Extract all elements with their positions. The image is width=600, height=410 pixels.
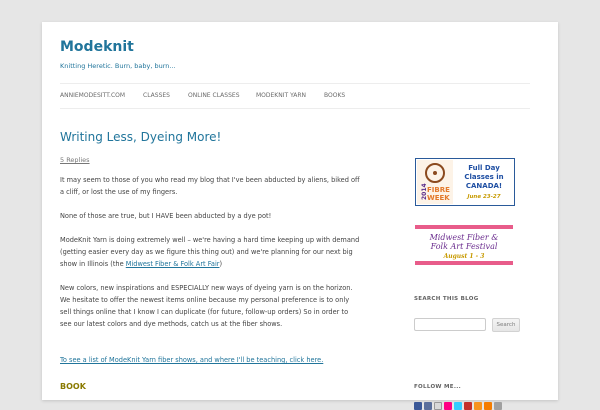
fibre-week-banner: 2014 FIBRE WEEK Full Day Classes in CANA… <box>417 160 504 204</box>
ad1-line-1: Full Day <box>468 164 500 172</box>
replies-link[interactable]: 5 Replies <box>60 156 90 164</box>
ad1-dates: June 23-27 <box>466 194 500 200</box>
youtube-icon[interactable] <box>464 402 472 410</box>
fiber-shows-link[interactable]: To see a list of ModeKnit Yarn fiber sho… <box>60 356 323 364</box>
site-title[interactable]: Modeknit <box>60 39 134 55</box>
midwest-fair-link[interactable]: Midwest Fiber & Folk Art Fair <box>126 260 220 268</box>
facebook-icon[interactable] <box>414 402 422 410</box>
post-paragraph-2: None of those are true, but I HAVE been … <box>60 212 272 220</box>
post-paragraph-4: New colors, new inspirations and ESPECIA… <box>60 284 353 328</box>
ad1-line-2: Classes in <box>464 173 503 181</box>
site-tagline: Knitting Heretic. Burn, baby, burn... <box>60 62 176 70</box>
search-widget-title: SEARCH THIS BLOG <box>414 296 479 302</box>
nav-item-online-classes[interactable]: ONLINE CLASSES <box>188 92 240 99</box>
fibre-week-ad[interactable]: 2014 FIBRE WEEK Full Day Classes in CANA… <box>415 158 515 206</box>
ad2-line-1: Midwest Fiber & <box>429 233 499 242</box>
search-input[interactable] <box>414 318 486 331</box>
banner-top-stripe <box>415 225 513 229</box>
search-button[interactable]: Search <box>492 318 520 332</box>
post-paragraph-1: It may seem to those of you who read my … <box>60 176 360 196</box>
post-paragraph-3: ModeKnit Yarn is doing extremely well – … <box>60 234 360 270</box>
midwest-festival-banner: Midwest Fiber & Folk Art Festival August… <box>415 225 513 265</box>
book-heading: BOOK <box>60 382 86 391</box>
wheel-hub <box>433 171 437 175</box>
twitter-icon[interactable] <box>454 402 462 410</box>
banner-bottom-stripe <box>415 261 513 265</box>
etsy-icon[interactable] <box>494 402 502 410</box>
ad1-line-3: CANADA! <box>466 182 502 190</box>
nav-item-modeknit-yarn[interactable]: MODEKNIT YARN <box>256 92 306 99</box>
follow-widget-title: FOLLOW ME... <box>414 384 462 390</box>
midwest-festival-ad[interactable]: Midwest Fiber & Folk Art Festival August… <box>415 225 513 265</box>
fibre-brand-1: FIBRE <box>427 186 450 194</box>
main-navigation: ANNIEMODESITT.COM CLASSES ONLINE CLASSES… <box>60 83 530 109</box>
ad2-line-2: Folk Art Festival <box>430 242 498 251</box>
paragraph-text: ) <box>219 260 223 268</box>
blogger-icon[interactable] <box>484 402 492 410</box>
rss-icon[interactable] <box>474 402 482 410</box>
post-title[interactable]: Writing Less, Dyeing More! <box>60 130 221 144</box>
myspace-icon[interactable] <box>424 402 432 410</box>
nav-item-classes[interactable]: CLASSES <box>143 92 170 99</box>
nav-item-books[interactable]: BOOKS <box>324 92 345 99</box>
page-container: Modeknit Knitting Heretic. Burn, baby, b… <box>42 22 558 410</box>
ad2-dates: August 1 - 3 <box>443 253 485 260</box>
nav-item-anniemodesitt[interactable]: ANNIEMODESITT.COM <box>60 92 125 99</box>
fibre-brand-2: WEEK <box>427 194 450 202</box>
email-icon[interactable] <box>434 402 442 410</box>
flickr-icon[interactable] <box>444 402 452 410</box>
